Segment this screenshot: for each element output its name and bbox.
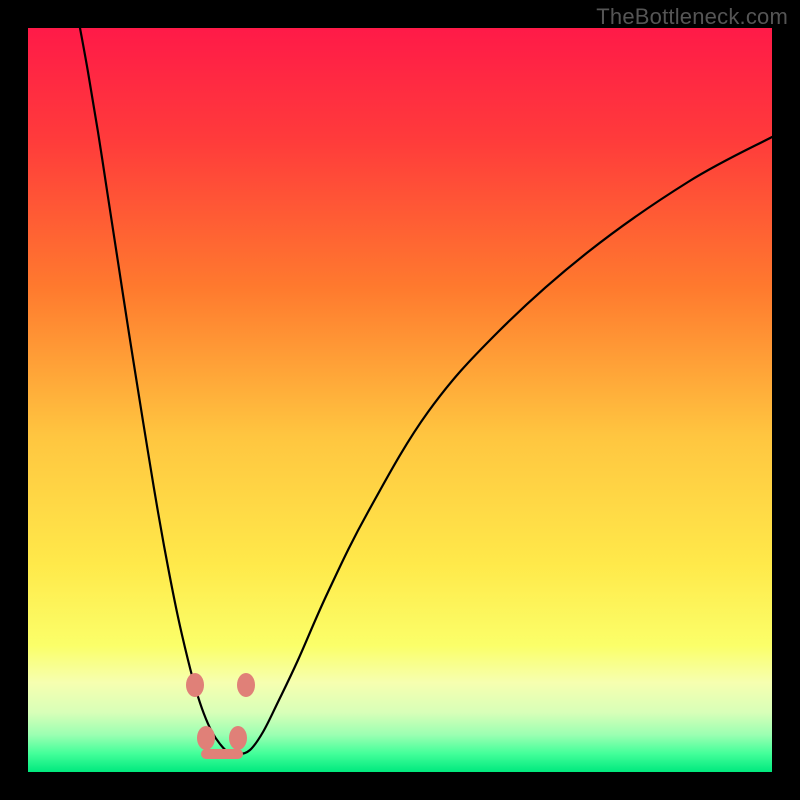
curve-marker-0	[186, 673, 204, 697]
chart-frame: TheBottleneck.com	[0, 0, 800, 800]
bottleneck-chart	[28, 28, 772, 772]
plot-area	[28, 28, 772, 772]
curve-marker-2	[197, 726, 215, 750]
curve-marker-3	[229, 726, 247, 750]
curve-marker-1	[237, 673, 255, 697]
watermark-text: TheBottleneck.com	[596, 4, 788, 30]
